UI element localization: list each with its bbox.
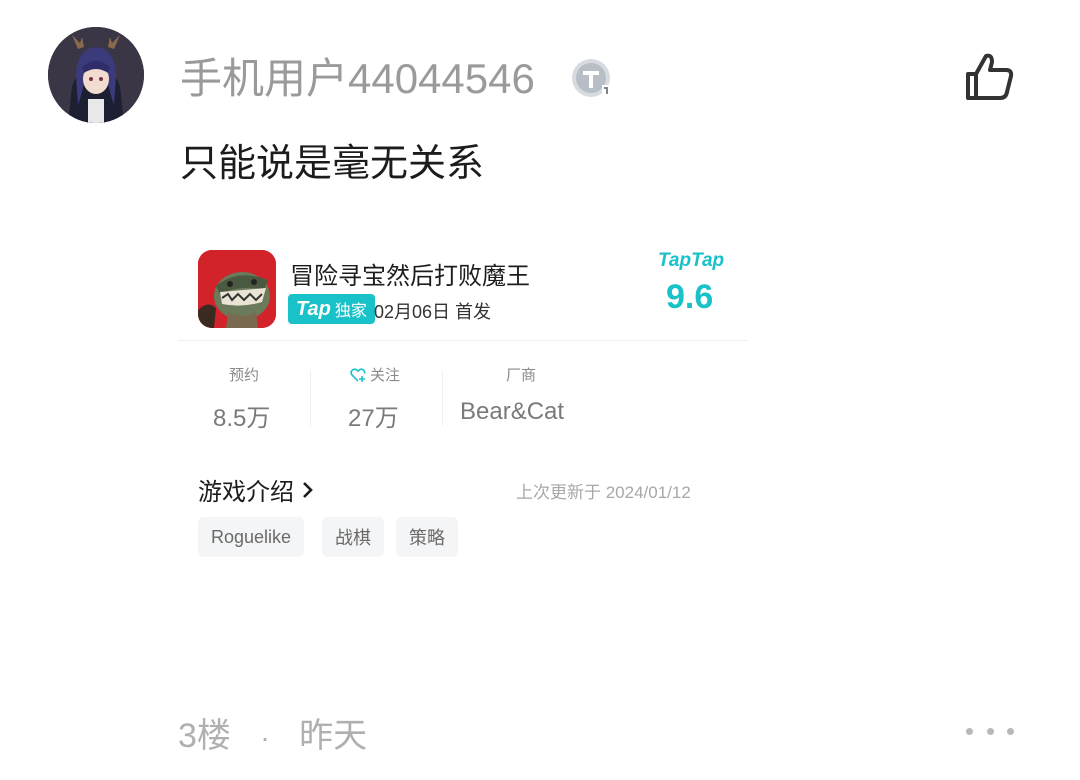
stat-follows-value: 27万 (348, 405, 399, 432)
comment-meta: 3楼 · 昨天 (178, 708, 367, 757)
tap-badge-logo: Tap (296, 297, 331, 320)
game-icon (198, 250, 276, 328)
thumbs-up-icon (966, 53, 1014, 100)
chevron-right-icon (303, 481, 313, 498)
card-divider (178, 340, 748, 341)
stat-reservations-value: 8.5万 (213, 405, 271, 432)
comment-text: 只能说是毫无关系 (180, 143, 485, 185)
tap-exclusive-badge: Tap 独家 (288, 294, 375, 324)
release-info: 02月06日 首发 (374, 302, 492, 322)
stat-follows-text: 关注 (370, 367, 401, 384)
tag-strategy[interactable]: 策略 (396, 517, 458, 557)
game-intro-link[interactable]: 游戏介绍 (198, 472, 316, 507)
game-intro-label: 游戏介绍 (198, 479, 294, 506)
game-title[interactable]: 冒险寻宝然后打败魔王 (290, 256, 530, 291)
comment-time: 昨天 (299, 717, 368, 755)
stat-divider (442, 370, 443, 426)
game-score: 9.6 (666, 278, 714, 316)
exclusive-label: 独家 (334, 303, 367, 320)
stat-developer-label: 厂商 (506, 367, 537, 384)
stat-developer-value[interactable]: Bear&Cat (460, 398, 564, 426)
like-button[interactable] (960, 48, 1018, 106)
username[interactable]: 手机用户44044546 (180, 54, 535, 104)
taptap-logo: TapTap (658, 250, 725, 271)
avatar[interactable] (48, 27, 144, 123)
tag-roguelike[interactable]: Roguelike (198, 517, 305, 557)
t-level-badge-icon (570, 57, 612, 99)
tag-tactics[interactable]: 战棋 (322, 517, 384, 557)
update-info: 上次更新于 2024/01/12 (516, 483, 691, 502)
heart-plus-icon (350, 367, 366, 382)
stat-follows-label[interactable]: 关注 (350, 364, 400, 385)
stat-divider (310, 370, 311, 426)
floor-number: 3楼 (178, 717, 231, 755)
game-card[interactable]: 冒险寻宝然后打败魔王 Tap 独家 02月06日 首发 TapTap 9.6 预… (178, 232, 748, 577)
more-dots-icon[interactable] (966, 716, 1014, 746)
stat-reservations-label: 预约 (229, 367, 260, 384)
meta-separator: · (260, 722, 270, 753)
